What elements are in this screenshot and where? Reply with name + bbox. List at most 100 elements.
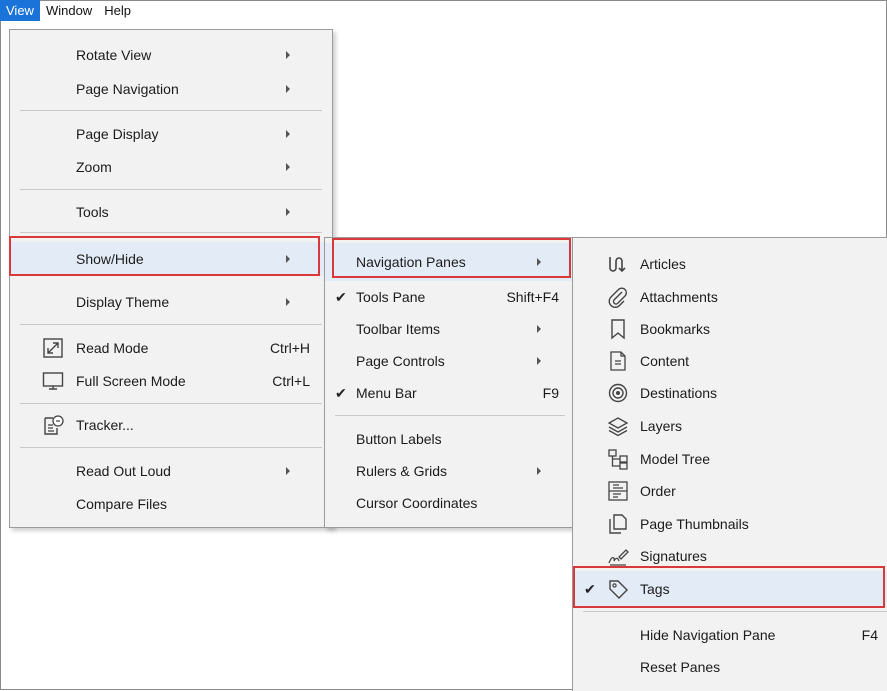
menu-item-menu-bar[interactable]: ✔ Menu Bar F9 (325, 377, 573, 409)
menu-item-hide-navigation-pane[interactable]: Hide Navigation Pane F4 (573, 619, 887, 651)
submenu-arrow-icon (537, 467, 541, 475)
menu-item-model-tree[interactable]: Model Tree (573, 443, 887, 475)
menu-item-label: Model Tree (640, 451, 711, 467)
menu-item-label: Cursor Coordinates (356, 495, 478, 511)
menu-item-label: Page Controls (356, 353, 445, 369)
shortcut-label: Shift+F4 (506, 289, 559, 305)
content-icon (610, 351, 626, 371)
submenu-arrow-icon (537, 357, 541, 365)
model-tree-icon (608, 449, 628, 470)
menu-item-button-labels[interactable]: Button Labels (325, 423, 573, 455)
menu-item-label: Hide Navigation Pane (640, 627, 776, 643)
menu-item-rulers-grids[interactable]: Rulers & Grids (325, 455, 573, 487)
shortcut-label: Ctrl+H (269, 340, 310, 356)
menu-item-label: Tracker... (76, 417, 134, 433)
menu-item-label: Menu Bar (356, 385, 417, 401)
submenu-arrow-icon (286, 85, 290, 93)
menu-item-label: Zoom (76, 159, 112, 175)
checkmark-icon: ✔ (335, 384, 347, 401)
menu-item-cursor-coordinates[interactable]: Cursor Coordinates (325, 487, 573, 519)
shortcut-label: Ctrl+L (272, 373, 310, 389)
page-thumbnails-icon (609, 514, 627, 534)
submenu-arrow-icon (286, 467, 290, 475)
menu-separator (335, 415, 565, 416)
menu-item-compare-files[interactable]: Compare Files (10, 488, 332, 520)
menu-item-articles[interactable]: Articles (573, 248, 887, 280)
menubar-help[interactable]: Help (98, 0, 137, 21)
tracker-icon (44, 415, 64, 435)
menu-item-label: Order (640, 483, 676, 499)
layers-icon (607, 417, 629, 437)
menu-item-label: Bookmarks (640, 321, 711, 337)
menu-item-tracker[interactable]: Tracker... (10, 409, 332, 441)
menu-separator (583, 611, 887, 612)
paperclip-icon (608, 287, 628, 308)
menu-item-toolbar-items[interactable]: Toolbar Items (325, 313, 573, 345)
menu-item-label: Rulers & Grids (356, 463, 448, 479)
menu-separator (20, 447, 322, 448)
menu-item-full-screen-mode[interactable]: Full Screen Mode Ctrl+L (10, 365, 332, 397)
menu-separator (20, 110, 322, 111)
menu-item-label: Signatures (640, 548, 707, 564)
shortcut-label: F4 (861, 627, 878, 643)
menu-item-label: Page Display (76, 126, 159, 142)
submenu-arrow-icon (286, 298, 290, 306)
menu-item-page-thumbnails[interactable]: Page Thumbnails (573, 508, 887, 540)
menu-item-tools[interactable]: Tools (10, 196, 332, 228)
menu-item-page-controls[interactable]: Page Controls (325, 345, 573, 377)
menu-item-page-navigation[interactable]: Page Navigation (10, 73, 332, 105)
menu-item-attachments[interactable]: Attachments (573, 281, 887, 313)
menu-item-label: Layers (640, 418, 683, 434)
checkmark-icon: ✔ (335, 288, 347, 305)
articles-icon (609, 257, 626, 273)
submenu-arrow-icon (286, 163, 290, 171)
menu-item-label: Read Mode (76, 340, 149, 356)
menu-separator (20, 232, 322, 233)
menu-bar: View Window Help (0, 0, 300, 21)
menu-item-order[interactable]: Order (573, 475, 887, 507)
menu-item-label: Read Out Loud (76, 463, 171, 479)
menu-item-display-theme[interactable]: Display Theme (10, 286, 332, 318)
menu-item-label: Toolbar Items (356, 321, 441, 337)
menu-item-bookmarks[interactable]: Bookmarks (573, 313, 887, 345)
menu-separator (20, 189, 322, 190)
menu-item-rotate-view[interactable]: Rotate View (10, 39, 332, 71)
menu-item-label: Compare Files (76, 496, 168, 512)
menubar-view[interactable]: View (0, 0, 40, 21)
menu-item-read-out-loud[interactable]: Read Out Loud (10, 455, 332, 487)
menu-item-label: Articles (640, 256, 686, 272)
menu-item-label: Page Navigation (76, 81, 179, 97)
menu-item-label: Attachments (640, 289, 718, 305)
menu-item-destinations[interactable]: Destinations (573, 377, 887, 409)
destinations-icon (608, 383, 628, 403)
highlight-box-show-hide (9, 236, 320, 276)
menubar-window[interactable]: Window (40, 0, 98, 21)
menu-item-label: Destinations (640, 385, 718, 401)
bookmark-icon (611, 319, 625, 340)
menu-item-label: Rotate View (76, 47, 152, 63)
menu-item-label: Reset Panes (640, 659, 721, 675)
signature-icon (608, 549, 629, 566)
submenu-arrow-icon (537, 325, 541, 333)
menu-item-label: Tools (76, 204, 109, 220)
view-menu: Rotate View Page Navigation Page Display… (9, 29, 333, 528)
shortcut-label: F9 (542, 385, 559, 401)
menu-item-reset-panes[interactable]: Reset Panes (573, 651, 887, 683)
menu-item-tools-pane[interactable]: ✔ Tools Pane Shift+F4 (325, 281, 573, 313)
menu-separator (20, 324, 322, 325)
menu-item-page-display[interactable]: Page Display (10, 118, 332, 150)
read-mode-icon (43, 338, 63, 358)
menu-item-read-mode[interactable]: Read Mode Ctrl+H (10, 332, 332, 364)
menu-item-label: Full Screen Mode (76, 373, 186, 389)
highlight-box-navigation-panes (332, 238, 571, 278)
order-icon (608, 481, 628, 501)
show-hide-submenu: Navigation Panes ✔ Tools Pane Shift+F4 T… (324, 237, 574, 528)
menu-item-zoom[interactable]: Zoom (10, 151, 332, 183)
menu-item-label: Page Thumbnails (640, 516, 749, 532)
menu-item-label: Tools Pane (356, 289, 426, 305)
menu-item-label: Display Theme (76, 294, 170, 310)
menu-item-content[interactable]: Content (573, 345, 887, 377)
menu-item-layers[interactable]: Layers (573, 410, 887, 442)
menu-separator (20, 403, 322, 404)
menu-item-label: Button Labels (356, 431, 442, 447)
